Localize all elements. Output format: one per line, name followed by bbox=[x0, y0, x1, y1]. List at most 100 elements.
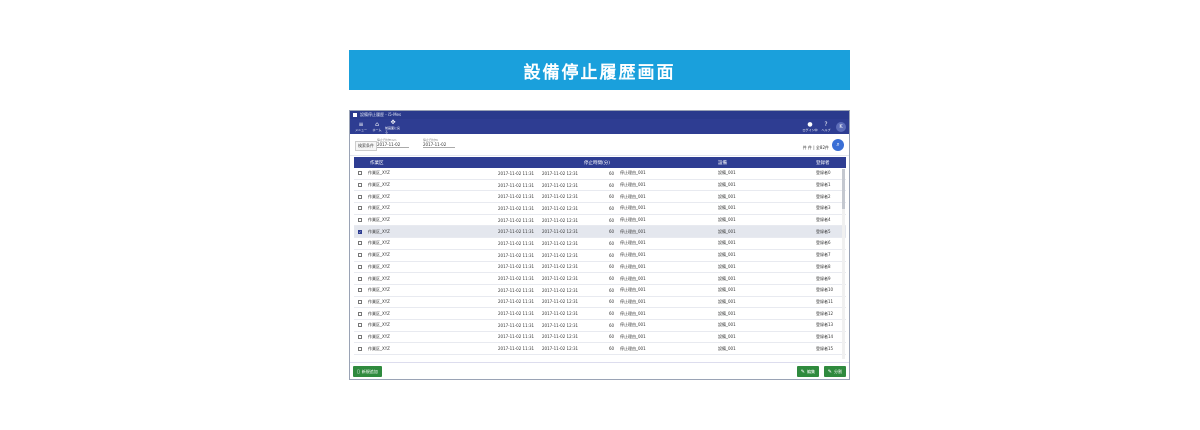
cell-minutes: 60 bbox=[609, 170, 615, 176]
app-icon bbox=[353, 113, 357, 117]
table-row[interactable]: 作業区_XYZ 2017-11-02 11:31 2017-11-02 12:31 6… bbox=[354, 238, 846, 250]
cell-equipment: 設備_001 bbox=[718, 228, 736, 234]
cell-reason: 停止理由_001 bbox=[620, 322, 646, 328]
search-button[interactable]: ⌕ bbox=[832, 139, 844, 151]
date-from-field[interactable]: 停止日付From 2017-11-02 bbox=[377, 138, 409, 148]
cell-minutes: 60 bbox=[609, 252, 615, 258]
cell-start: 2017-11-02 11:31 bbox=[498, 334, 535, 340]
cell-registrant: 登録者11 bbox=[816, 298, 834, 304]
toolbar: ≡ メニュー ⌂ ホーム ✥ 前画面に戻る ● ログイン中 ? ヘルプ K bbox=[350, 119, 849, 134]
cell-end: 2017-11-02 12:31 bbox=[542, 299, 579, 305]
menu-button[interactable]: ≡ メニュー bbox=[353, 121, 369, 132]
cell-reason: 停止理由_001 bbox=[620, 345, 646, 351]
scroll-thumb[interactable] bbox=[842, 169, 845, 209]
back-button[interactable]: ✥ 前画面に戻る bbox=[385, 119, 401, 134]
table-row[interactable]: 作業区_XYZ 2017-11-02 11:31 2017-11-02 12:31 6… bbox=[354, 191, 846, 204]
cell-start: 2017-11-02 11:31 bbox=[498, 170, 535, 176]
avatar[interactable]: K bbox=[836, 121, 846, 132]
row-checkbox[interactable] bbox=[358, 299, 362, 304]
row-checkbox[interactable] bbox=[358, 206, 362, 211]
cell-end: 2017-11-02 12:31 bbox=[542, 205, 579, 211]
cell-start: 2017-11-02 11:31 bbox=[498, 264, 535, 270]
table-row[interactable]: 作業区_XYZ 2017-11-02 11:31 2017-11-02 12:31 6… bbox=[354, 215, 846, 227]
cell-reason: 停止理由_001 bbox=[620, 275, 646, 281]
table-row[interactable]: 作業区_XYZ 2017-11-02 11:31 2017-11-02 12:31 6… bbox=[354, 297, 846, 309]
table-row[interactable]: 作業区_XYZ 2017-11-02 11:31 2017-11-02 12:31 6… bbox=[354, 308, 846, 320]
cell-start: 2017-11-02 11:31 bbox=[498, 311, 535, 317]
cell-start: 2017-11-02 11:31 bbox=[498, 299, 535, 305]
cell-area: 作業区_XYZ bbox=[368, 322, 390, 328]
row-checkbox[interactable] bbox=[358, 323, 362, 328]
table-row[interactable]: 作業区_XYZ 2017-11-02 11:31 2017-11-02 12:31 6… bbox=[354, 262, 846, 274]
date-to-field[interactable]: 停止日付To 2017-11-02 bbox=[423, 138, 455, 148]
add-button[interactable]: ▯ 新規追加 bbox=[353, 366, 382, 377]
cell-registrant: 登録者3 bbox=[816, 205, 831, 211]
cell-area: 作業区_XYZ bbox=[368, 345, 390, 351]
filter-bar: 検索条件 停止日付From 2017-11-02 停止日付To 2017-11-… bbox=[350, 134, 849, 156]
row-checkbox[interactable] bbox=[358, 276, 362, 281]
cell-registrant: 登録者13 bbox=[816, 322, 834, 328]
row-checkbox[interactable] bbox=[358, 253, 362, 258]
header-equipment: 設備 bbox=[718, 160, 727, 166]
row-checkbox[interactable] bbox=[358, 346, 362, 351]
row-checkbox[interactable] bbox=[358, 183, 362, 188]
cell-reason: 停止理由_001 bbox=[620, 298, 646, 304]
cell-registrant: 登録者5 bbox=[816, 228, 831, 234]
table-row[interactable]: ✓ 作業区_XYZ 2017-11-02 11:31 2017-11-02 12:31… bbox=[354, 226, 846, 239]
back-label: 前画面に戻る bbox=[385, 125, 401, 134]
table-row[interactable]: 作業区_XYZ 2017-11-02 11:31 2017-11-02 12:31 6… bbox=[354, 168, 846, 180]
row-checkbox[interactable] bbox=[358, 311, 362, 316]
cell-area: 作業区_XYZ bbox=[368, 228, 390, 234]
row-checkbox[interactable]: ✓ bbox=[358, 229, 362, 234]
cell-minutes: 60 bbox=[609, 346, 615, 352]
help-button[interactable]: ? ヘルプ bbox=[818, 121, 834, 132]
table-body: 作業区_XYZ 2017-11-02 11:31 2017-11-02 12:31 6… bbox=[354, 168, 846, 355]
footer-bar: ▯ 新規追加 ✎ 編集 ✎ 分割 bbox=[350, 362, 849, 379]
row-checkbox[interactable] bbox=[358, 171, 362, 176]
cell-equipment: 設備_001 bbox=[718, 182, 736, 188]
table-row[interactable]: 作業区_XYZ 2017-11-02 11:31 2017-11-02 12:31 6… bbox=[354, 203, 846, 215]
table-row[interactable]: 作業区_XYZ 2017-11-02 11:31 2017-11-02 12:31 6… bbox=[354, 180, 846, 192]
row-checkbox[interactable] bbox=[358, 334, 362, 339]
scrollbar[interactable] bbox=[842, 169, 845, 359]
cell-start: 2017-11-02 11:31 bbox=[498, 182, 535, 188]
filter-label: 検索条件 bbox=[355, 141, 377, 151]
row-checkbox[interactable] bbox=[358, 288, 362, 293]
row-checkbox[interactable] bbox=[358, 264, 362, 269]
cell-minutes: 60 bbox=[609, 311, 615, 317]
row-checkbox[interactable] bbox=[358, 194, 362, 199]
cell-area: 作業区_XYZ bbox=[368, 333, 390, 339]
pencil-icon: ✎ bbox=[800, 368, 805, 375]
cell-equipment: 設備_001 bbox=[718, 263, 736, 269]
split-button[interactable]: ✎ 分割 bbox=[823, 366, 846, 377]
cell-reason: 停止理由_001 bbox=[620, 217, 646, 223]
user-button[interactable]: ● ログイン中 bbox=[802, 121, 818, 132]
cell-start: 2017-11-02 11:31 bbox=[498, 229, 535, 235]
home-button[interactable]: ⌂ ホーム bbox=[369, 121, 385, 132]
table-row[interactable]: 作業区_XYZ 2017-11-02 11:31 2017-11-02 12:31 6… bbox=[354, 273, 846, 285]
banner-title: 設備停止履歴画面 bbox=[523, 62, 676, 83]
table-row[interactable]: 作業区_XYZ 2017-11-02 11:31 2017-11-02 12:31 6… bbox=[354, 250, 846, 262]
table-row[interactable]: 作業区_XYZ 2017-11-02 11:31 2017-11-02 12:31 6… bbox=[354, 320, 846, 332]
cell-reason: 停止理由_001 bbox=[620, 287, 646, 293]
cell-end: 2017-11-02 12:31 bbox=[542, 229, 579, 235]
edit-button[interactable]: ✎ 編集 bbox=[796, 366, 819, 377]
date-from-value: 2017-11-02 bbox=[377, 142, 401, 147]
table-row[interactable]: 作業区_XYZ 2017-11-02 11:31 2017-11-02 12:31 6… bbox=[354, 332, 846, 344]
cell-registrant: 登録者0 bbox=[816, 170, 831, 176]
cell-area: 作業区_XYZ bbox=[368, 263, 390, 269]
row-checkbox[interactable] bbox=[358, 218, 362, 223]
cell-reason: 停止理由_001 bbox=[620, 310, 646, 316]
document-icon: ▯ bbox=[357, 368, 360, 375]
cell-area: 作業区_XYZ bbox=[368, 298, 390, 304]
table-row[interactable]: 作業区_XYZ 2017-11-02 11:31 2017-11-02 12:31 6… bbox=[354, 343, 846, 355]
cell-equipment: 設備_001 bbox=[718, 217, 736, 223]
table-row[interactable]: 作業区_XYZ 2017-11-02 11:31 2017-11-02 12:31 6… bbox=[354, 285, 846, 297]
window-title: 設備停止履歴 - i5-Mes bbox=[360, 112, 402, 117]
cell-registrant: 登録者2 bbox=[816, 193, 831, 199]
cell-start: 2017-11-02 11:31 bbox=[498, 205, 535, 211]
app-window: 設備停止履歴 - i5-Mes ≡ メニュー ⌂ ホーム ✥ 前画面に戻る ● … bbox=[349, 110, 850, 380]
cell-start: 2017-11-02 11:31 bbox=[498, 346, 535, 352]
cell-minutes: 60 bbox=[609, 205, 615, 211]
row-checkbox[interactable] bbox=[358, 241, 362, 246]
